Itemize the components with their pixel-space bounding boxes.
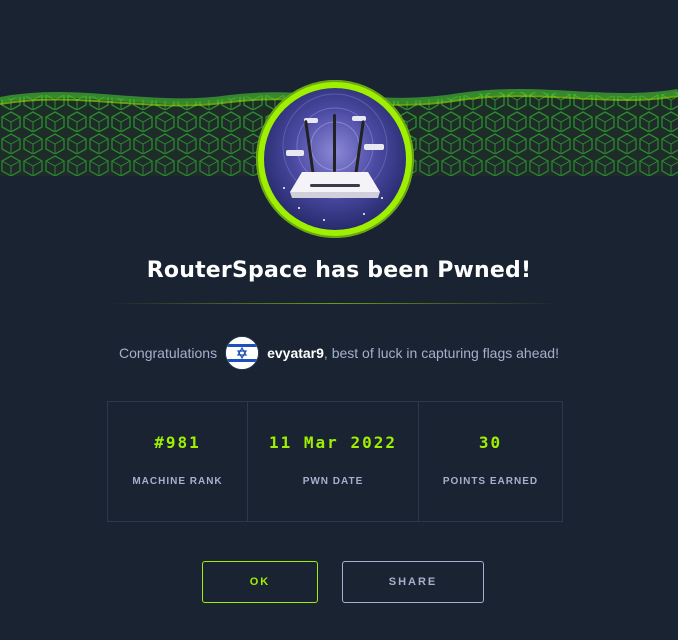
share-button[interactable]: SHARE bbox=[342, 561, 484, 603]
pwn-date-value: 11 Mar 2022 bbox=[269, 433, 397, 452]
router-icon bbox=[264, 88, 406, 230]
points-earned-label: POINTS EARNED bbox=[442, 476, 539, 487]
username-link[interactable]: evyatar9 bbox=[267, 345, 324, 361]
stat-points-earned: 30 POINTS EARNED bbox=[419, 402, 562, 521]
congrats-message: Congratulations evyatar9 , best of luck … bbox=[0, 336, 678, 370]
congrats-message-tail: , best of luck in capturing flags ahead! bbox=[323, 345, 559, 361]
machine-rank-label: MACHINE RANK bbox=[132, 476, 223, 487]
machine-avatar bbox=[256, 80, 414, 238]
title-divider bbox=[110, 303, 560, 304]
machine-rank-value: #981 bbox=[154, 433, 201, 452]
congrats-lead: Congratulations bbox=[119, 345, 218, 361]
points-earned-value: 30 bbox=[478, 433, 503, 452]
ok-button[interactable]: OK bbox=[202, 561, 318, 603]
israel-flag-icon bbox=[225, 336, 260, 370]
stat-pwn-date: 11 Mar 2022 PWN DATE bbox=[248, 402, 419, 521]
page-title: RouterSpace has been Pwned! bbox=[146, 258, 532, 283]
pwn-date-label: PWN DATE bbox=[302, 476, 364, 487]
stat-machine-rank: #981 MACHINE RANK bbox=[108, 402, 248, 521]
stats-panel: #981 MACHINE RANK 11 Mar 2022 PWN DATE 3… bbox=[107, 401, 563, 522]
